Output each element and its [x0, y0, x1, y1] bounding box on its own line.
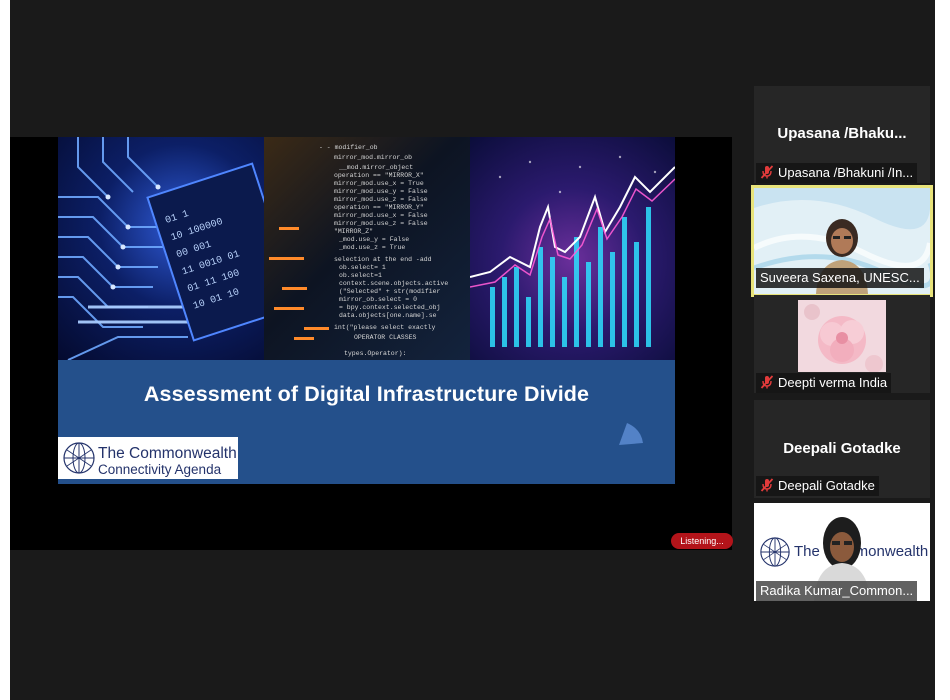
svg-text:context.scene.objects.active: context.scene.objects.active	[339, 280, 448, 287]
svg-text:selection at the end -add: selection at the end -add	[334, 256, 432, 263]
participant-label-text: Suveera Saxena, UNESC...	[760, 270, 920, 285]
svg-text:"MIRROR_Z": "MIRROR_Z"	[334, 228, 373, 235]
logo-text-line2: Connectivity Agenda	[98, 462, 222, 477]
logo-text-line1: The Commonwealth	[98, 445, 237, 462]
mic-muted-icon	[760, 478, 774, 492]
svg-text:= bpy.context.selected_obj: = bpy.context.selected_obj	[339, 304, 440, 311]
participant-label-text: Deepti verma India	[778, 375, 888, 390]
globe-icon	[63, 442, 95, 474]
participant-label-text: Upasana /Bhakuni /In...	[778, 165, 914, 180]
slide-image-data-graph	[470, 137, 675, 360]
svg-text:__mod.mirror_object: __mod.mirror_object	[338, 164, 413, 171]
svg-text:mirror_mod.use_x = True: mirror_mod.use_x = True	[334, 180, 424, 187]
slide-image-source-code: - - modifier_ob mirror_mod.mirror_ob __m…	[264, 137, 470, 360]
svg-text:mirror_mod.use_x = False: mirror_mod.use_x = False	[334, 212, 428, 219]
svg-text:int("please select exactly: int("please select exactly	[334, 324, 436, 331]
svg-text:ob.select= 1: ob.select= 1	[339, 264, 386, 271]
svg-text:_mod.use_z = True: _mod.use_z = True	[338, 244, 405, 251]
mic-muted-icon	[760, 375, 774, 389]
participant-name-heading: Deepali Gotadke	[783, 440, 901, 457]
svg-text:mirror_mod.mirror_ob: mirror_mod.mirror_ob	[334, 154, 412, 161]
svg-text:ob.select=1: ob.select=1	[339, 272, 382, 279]
participant-tile-deepali[interactable]: Deepali Gotadke Deepali Gotadke	[754, 400, 930, 498]
participant-label-text: Radika Kumar_Common...	[760, 583, 914, 598]
participant-tile-deepti[interactable]: Deepti verma India	[754, 295, 930, 393]
svg-text:OPERATOR CLASSES: OPERATOR CLASSES	[354, 334, 417, 341]
svg-text:mirror_mod.use_z = False: mirror_mod.use_z = False	[334, 196, 428, 203]
participant-label: Suveera Saxena, UNESC...	[756, 268, 924, 288]
commonwealth-logo: The Commonwealth Connectivity Agenda	[58, 437, 238, 479]
slide-image-circuit-board: 01 1 10 100000 00 001 11 0010 01 01 11 1…	[58, 137, 264, 360]
svg-text:mirror_mod.use_z = False: mirror_mod.use_z = False	[334, 220, 428, 227]
listening-status-badge: Listening...	[671, 533, 733, 549]
svg-text:types.Operator):: types.Operator):	[344, 350, 406, 357]
slide-title: Assessment of Digital Infrastructure Div…	[143, 382, 590, 406]
svg-text:data.objects[one.name].se: data.objects[one.name].se	[339, 312, 437, 319]
participant-label: Deepti verma India	[756, 373, 892, 393]
presentation-slide: 01 1 10 100000 00 001 11 0010 01 01 11 1…	[58, 137, 675, 484]
participant-label-text: Deepali Gotadke	[778, 478, 875, 493]
avatar-flower-photo	[798, 300, 886, 372]
participant-label: Radika Kumar_Common...	[756, 581, 918, 601]
svg-text:operation == "MIRROR_Y": operation == "MIRROR_Y"	[334, 204, 424, 211]
slide-corner-mark-icon	[619, 423, 643, 445]
svg-text:mirror_mod.use_y = False: mirror_mod.use_y = False	[334, 188, 428, 195]
participant-label: Deepali Gotadke	[756, 476, 879, 496]
participant-tile-suveera-active-speaker[interactable]: Suveera Saxena, UNESC...	[751, 185, 933, 297]
shared-screen[interactable]: 01 1 10 100000 00 001 11 0010 01 01 11 1…	[10, 137, 733, 550]
participant-label: Upasana /Bhakuni /In...	[756, 163, 918, 183]
participant-name-heading: Upasana /Bhaku...	[777, 125, 907, 142]
svg-text:_mod.use_y = False: _mod.use_y = False	[338, 236, 409, 243]
participant-tile-radika[interactable]: The Commonwealth Radika Kumar_Common...	[754, 503, 930, 601]
participant-tile-upasana[interactable]: Upasana /Bhaku... Upasana /Bhakuni /In..…	[754, 86, 930, 183]
svg-text:- - modifier_ob: - - modifier_ob	[319, 144, 378, 151]
svg-text:operation == "MIRROR_X": operation == "MIRROR_X"	[334, 172, 424, 179]
meeting-window: 01 1 10 100000 00 001 11 0010 01 01 11 1…	[10, 0, 935, 700]
mic-muted-icon	[760, 165, 774, 179]
svg-text:("Selected" + str(modifier: ("Selected" + str(modifier	[339, 288, 441, 295]
svg-text:mirror_ob.select = 0: mirror_ob.select = 0	[339, 296, 417, 303]
